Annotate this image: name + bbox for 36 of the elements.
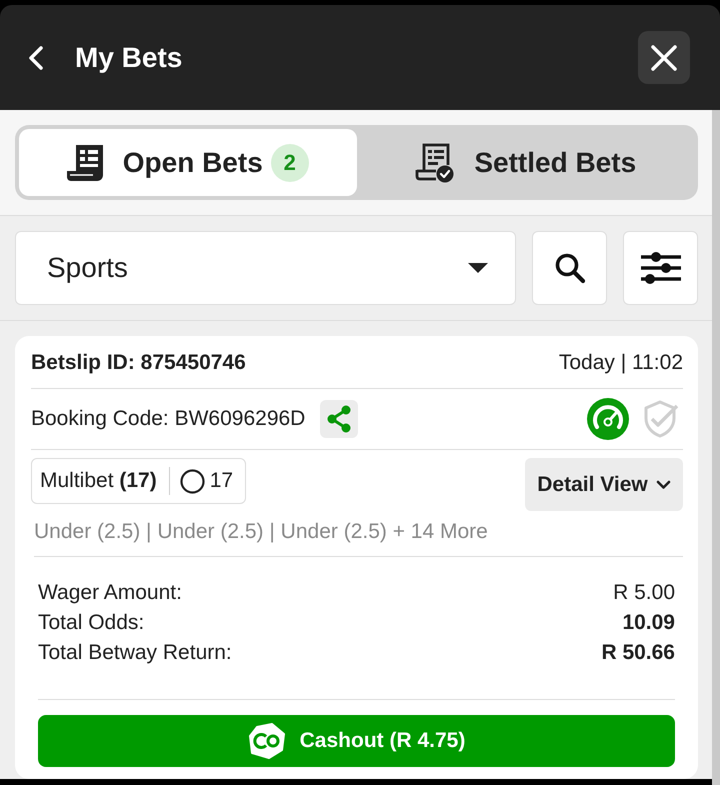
back-icon	[28, 46, 44, 70]
filter-button[interactable]	[623, 231, 698, 305]
search-icon	[554, 252, 586, 284]
share-icon	[326, 405, 352, 433]
cashout-icon	[248, 722, 286, 760]
placed-time: Today | 11:02	[558, 351, 683, 375]
page-title: My Bets	[75, 42, 182, 74]
caret-icon	[468, 263, 488, 273]
ring-icon	[180, 468, 205, 494]
count-badge: 2	[270, 144, 309, 182]
tab[interactable]: Open Bets 2	[19, 129, 356, 196]
summary-value: R 50.66	[601, 640, 675, 666]
summary-value: R 5.00	[613, 580, 675, 606]
close-icon	[651, 44, 677, 70]
close-button[interactable]	[638, 31, 690, 84]
summary-value: 10.09	[622, 610, 675, 636]
filter-icon	[640, 252, 680, 284]
selections-summary: Under (2.5) | Under (2.5) | Under (2.5) + 14 More	[34, 520, 488, 543]
detail-view-button[interactable]: Detail View	[525, 458, 683, 511]
selection-count: 17	[210, 469, 234, 493]
receipt-icon	[66, 144, 103, 180]
betslip-id: Betslip ID: 875450746	[31, 351, 246, 375]
scrollbar[interactable]	[712, 110, 720, 785]
share-button[interactable]	[320, 400, 358, 438]
receipt-check-icon	[414, 142, 454, 182]
summary-label: Total Betway Return:	[38, 640, 232, 666]
booking-code: Booking Code: BW6096296D	[31, 407, 306, 431]
chevron-down-icon	[656, 480, 671, 490]
cashout-button[interactable]: Cashout (R 4.75)	[38, 715, 675, 767]
tab[interactable]: Settled Bets	[356, 129, 694, 196]
category-dropdown[interactable]: Sports	[15, 231, 516, 305]
summary-label: Total Odds:	[38, 610, 144, 636]
bet-type: Multibet (17)	[40, 469, 157, 493]
search-button[interactable]	[532, 231, 607, 305]
summary-label: Wager Amount:	[38, 580, 182, 606]
back-button[interactable]	[28, 46, 44, 70]
